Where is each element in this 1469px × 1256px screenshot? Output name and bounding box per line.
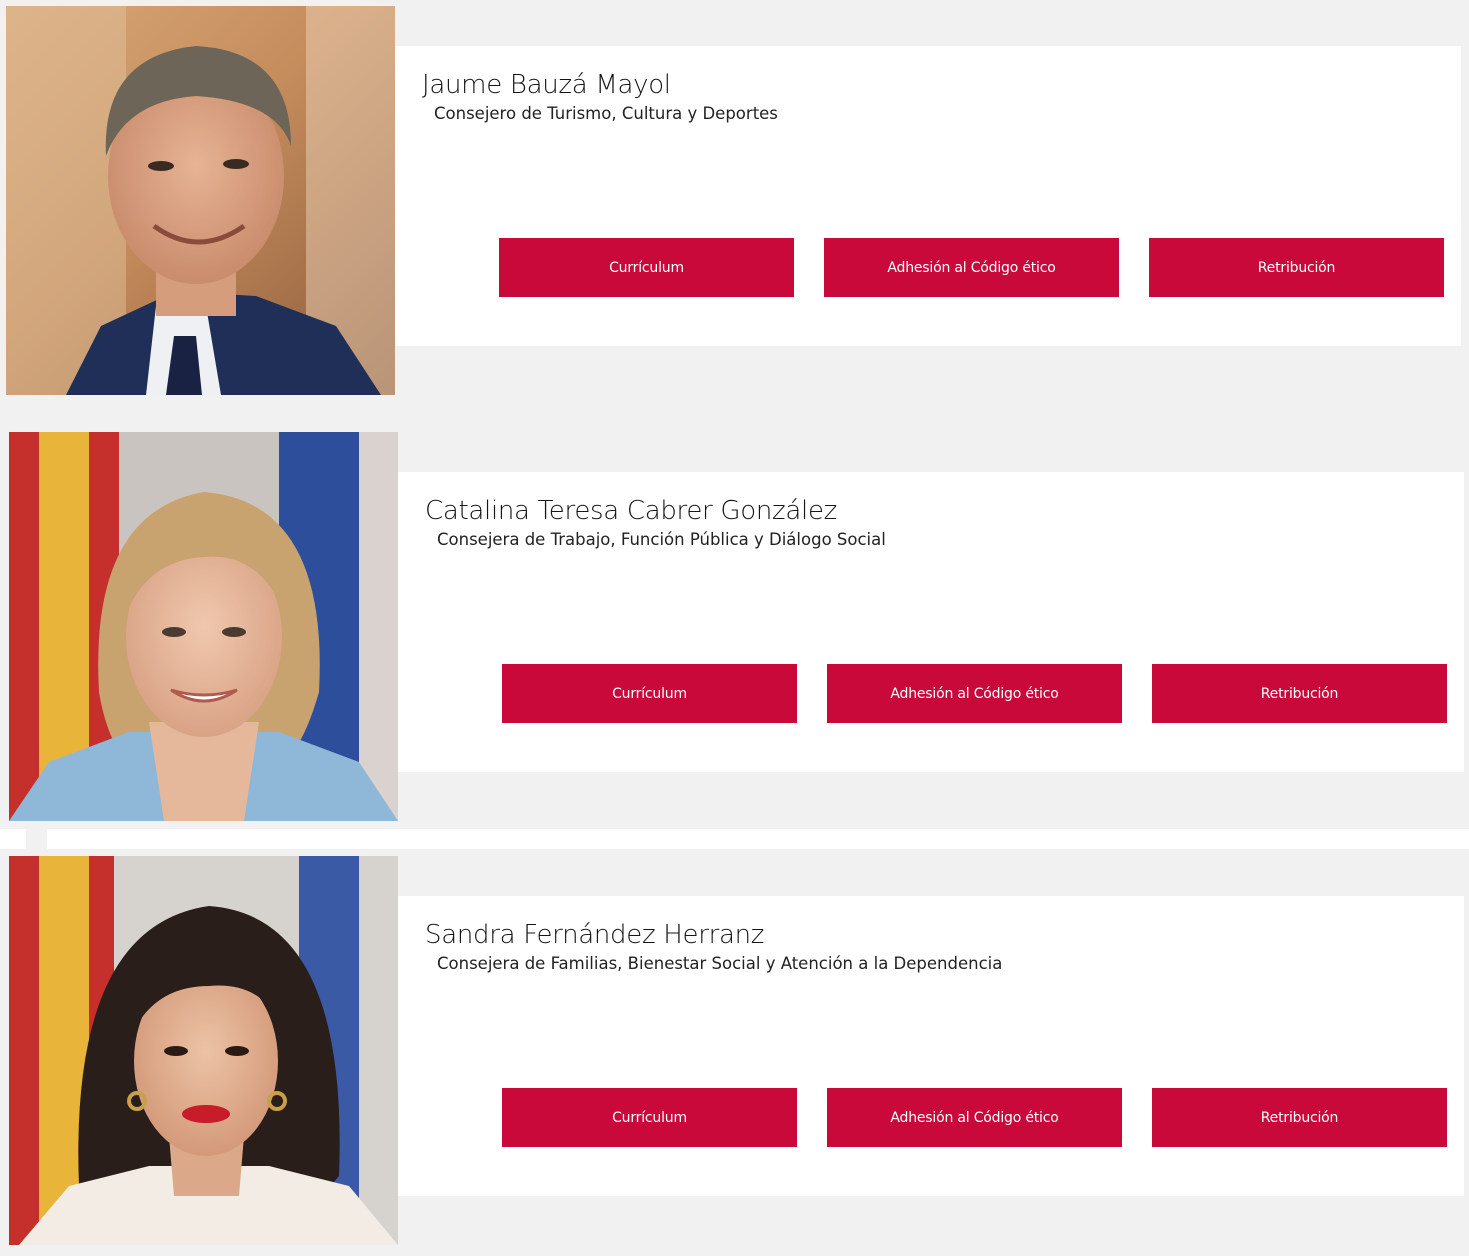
salary-button[interactable]: Retribución <box>1152 1088 1447 1147</box>
salary-button[interactable]: Retribución <box>1152 664 1447 723</box>
ethics-code-button[interactable]: Adhesión al Código ético <box>827 1088 1122 1147</box>
member-photo <box>9 432 398 821</box>
ethics-code-button[interactable]: Adhesión al Código ético <box>824 238 1119 297</box>
member-photo <box>6 6 395 395</box>
member-photo <box>9 856 398 1245</box>
member-role: Consejera de Trabajo, Función Pública y … <box>437 530 886 549</box>
ethics-code-button[interactable]: Adhesión al Código ético <box>827 664 1122 723</box>
curriculum-button[interactable]: Currículum <box>502 1088 797 1147</box>
member-role: Consejero de Turismo, Cultura y Deportes <box>434 104 778 123</box>
member-name: Sandra Fernández Herranz <box>425 920 765 950</box>
member-name: Jaume Bauzá Mayol <box>422 70 671 100</box>
member-name: Catalina Teresa Cabrer González <box>425 496 837 526</box>
section-divider <box>47 829 1469 849</box>
curriculum-button[interactable]: Currículum <box>499 238 794 297</box>
section-divider <box>0 829 26 849</box>
curriculum-button[interactable]: Currículum <box>502 664 797 723</box>
salary-button[interactable]: Retribución <box>1149 238 1444 297</box>
member-role: Consejera de Familias, Bienestar Social … <box>437 954 1003 973</box>
